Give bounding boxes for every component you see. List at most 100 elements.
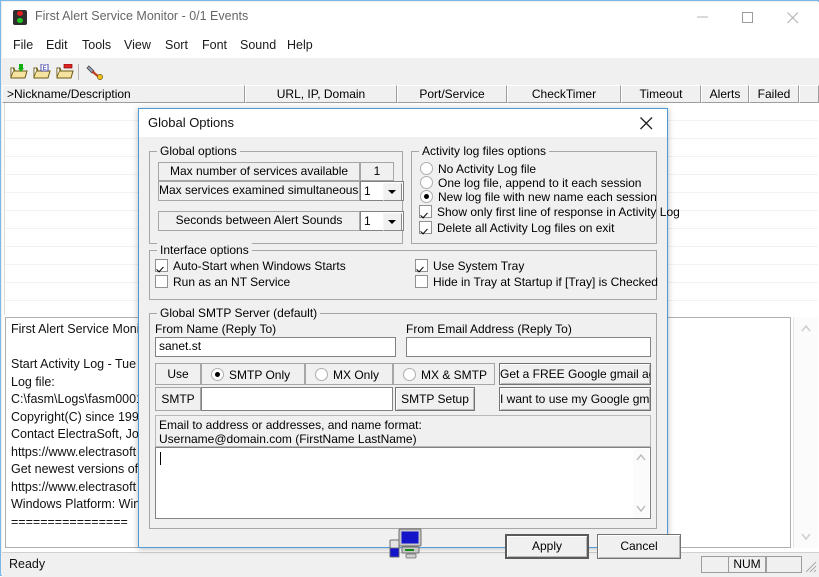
get-free-gmail-button[interactable]: Get a FREE Google gmail account xyxy=(499,363,651,385)
smtp-server-input[interactable] xyxy=(201,387,393,411)
max-services-available-value: 1 xyxy=(360,162,394,181)
window-title: First Alert Service Monitor - 0/1 Events xyxy=(35,9,249,23)
menu-sound[interactable]: Sound xyxy=(234,36,282,54)
max-simultaneous-label: Max services examined simultaneously xyxy=(158,181,360,201)
check-auto-start-label: Auto-Start when Windows Starts xyxy=(173,259,346,273)
radio-icon xyxy=(211,368,224,381)
column-timeout[interactable]: Timeout xyxy=(621,85,701,103)
max-simultaneous-value: 1 xyxy=(364,184,371,198)
column-nickname[interactable]: >Nickname/Description xyxy=(2,85,245,103)
seconds-between-alerts-combo[interactable]: 1 xyxy=(360,211,404,231)
column-url[interactable]: URL, IP, Domain xyxy=(245,85,397,103)
list-column-header: >Nickname/Description URL, IP, Domain Po… xyxy=(2,85,819,103)
activity-log-options-legend: Activity log files options xyxy=(419,144,550,158)
tools-hammer-icon[interactable] xyxy=(84,62,106,82)
column-extra[interactable] xyxy=(799,85,819,103)
check-run-as-nt-service-label: Run as an NT Service xyxy=(173,275,291,289)
from-name-label: From Name (Reply To) xyxy=(155,322,277,336)
status-pane-num: NUM xyxy=(728,556,766,573)
menu-edit[interactable]: Edit xyxy=(40,36,74,54)
svg-text:E: E xyxy=(43,66,47,72)
column-port[interactable]: Port/Service xyxy=(397,85,507,103)
menu-view[interactable]: View xyxy=(118,36,157,54)
check-hide-in-tray-label: Hide in Tray at Startup if [Tray] is Che… xyxy=(433,275,658,289)
dialog-close-icon[interactable] xyxy=(627,109,667,136)
checkbox-icon xyxy=(155,259,168,272)
checkbox-icon xyxy=(419,205,432,218)
toolbar-separator xyxy=(78,64,79,80)
menu-font[interactable]: Font xyxy=(196,36,233,54)
column-failed[interactable]: Failed xyxy=(749,85,799,103)
menu-tools[interactable]: Tools xyxy=(76,36,117,54)
interface-options-legend: Interface options xyxy=(157,243,252,257)
status-pane-3 xyxy=(766,556,802,573)
text-caret xyxy=(160,452,161,465)
application-window: First Alert Service Monitor - 0/1 Events… xyxy=(0,0,819,577)
seconds-between-alerts-label: Seconds between Alert Sounds xyxy=(158,211,360,231)
from-email-label: From Email Address (Reply To) xyxy=(406,322,572,336)
from-email-input[interactable] xyxy=(406,337,651,357)
max-simultaneous-combo[interactable]: 1 xyxy=(360,181,404,201)
checkbox-icon xyxy=(419,221,432,234)
open-delete-folder-icon[interactable] xyxy=(54,62,76,82)
maximize-button[interactable] xyxy=(726,2,771,31)
radio-icon xyxy=(420,162,433,175)
scroll-down-icon[interactable] xyxy=(794,526,818,546)
radio-smtp-only-label: SMTP Only xyxy=(229,368,291,382)
dialog-body: Global options Max number of services av… xyxy=(139,137,681,559)
menu-file[interactable]: File xyxy=(7,36,39,54)
dialog-title-bar: Global Options xyxy=(139,109,667,137)
title-bar: First Alert Service Monitor - 0/1 Events xyxy=(2,2,819,32)
textarea-scrollbar[interactable] xyxy=(633,449,649,517)
seconds-between-alerts-value: 1 xyxy=(364,214,371,228)
column-checktimer[interactable]: CheckTimer xyxy=(507,85,621,103)
max-services-available-label: Max number of services available xyxy=(158,162,360,181)
traffic-light-icon xyxy=(13,10,27,25)
checkbox-icon xyxy=(415,259,428,272)
close-button[interactable] xyxy=(771,2,816,31)
radio-icon xyxy=(315,368,328,381)
dialog-title: Global Options xyxy=(148,115,234,130)
resize-grip-icon[interactable] xyxy=(803,559,817,576)
smtp-setup-button[interactable]: SMTP Setup xyxy=(395,387,475,411)
minimize-button[interactable] xyxy=(681,2,726,31)
checkbox-icon xyxy=(155,275,168,288)
smtp-label: SMTP xyxy=(155,387,201,411)
cancel-button[interactable]: Cancel xyxy=(597,534,681,559)
check-use-system-tray-label: Use System Tray xyxy=(433,259,525,273)
log-vertical-scrollbar[interactable] xyxy=(793,317,818,548)
use-label: Use xyxy=(155,363,201,385)
checkbox-icon xyxy=(415,275,428,288)
check-show-first-line-label: Show only first line of response in Acti… xyxy=(437,205,680,219)
menu-help[interactable]: Help xyxy=(281,36,319,54)
chevron-down-icon[interactable] xyxy=(383,183,402,201)
smtp-legend: Global SMTP Server (default) xyxy=(157,306,321,320)
email-to-help-text: Email to address or addresses, and name … xyxy=(155,415,651,447)
column-alerts[interactable]: Alerts xyxy=(701,85,749,103)
activity-log-text: First Alert Service Monit Start Activity… xyxy=(11,322,146,529)
scroll-up-icon[interactable] xyxy=(794,319,818,339)
radio-mx-only-label: MX Only xyxy=(333,368,380,382)
menu-bar: File Edit Tools View Sort Font Sound Hel… xyxy=(2,32,819,58)
radio-smtp-only-cell[interactable]: SMTP Only xyxy=(201,363,305,385)
radio-mx-and-smtp-cell[interactable]: MX & SMTP xyxy=(393,363,495,385)
global-options-legend: Global options xyxy=(157,144,240,158)
radio-mx-only-cell[interactable]: MX Only xyxy=(305,363,393,385)
radio-icon xyxy=(403,368,416,381)
use-gmail-button[interactable]: I want to use my Google gmail account xyxy=(499,387,651,411)
radio-icon xyxy=(420,190,433,203)
email-to-textarea[interactable] xyxy=(155,447,651,519)
radio-mx-and-smtp-label: MX & SMTP xyxy=(421,368,488,382)
menu-sort[interactable]: Sort xyxy=(159,36,194,54)
status-message: Ready xyxy=(9,557,46,571)
global-options-dialog: Global Options Global options Max number… xyxy=(138,108,681,559)
window-client-area: First Alert Service Monitor - 0/1 Events… xyxy=(2,2,819,577)
from-name-input[interactable]: sanet.st xyxy=(155,337,396,357)
toolbar: E xyxy=(2,58,819,86)
open-add-folder-icon[interactable] xyxy=(8,62,30,82)
chevron-down-icon[interactable] xyxy=(383,213,402,231)
computer-monitor-icon xyxy=(387,527,425,561)
radio-icon xyxy=(420,176,433,189)
open-edit-folder-icon[interactable]: E xyxy=(31,62,53,82)
apply-button[interactable]: Apply xyxy=(505,534,589,559)
